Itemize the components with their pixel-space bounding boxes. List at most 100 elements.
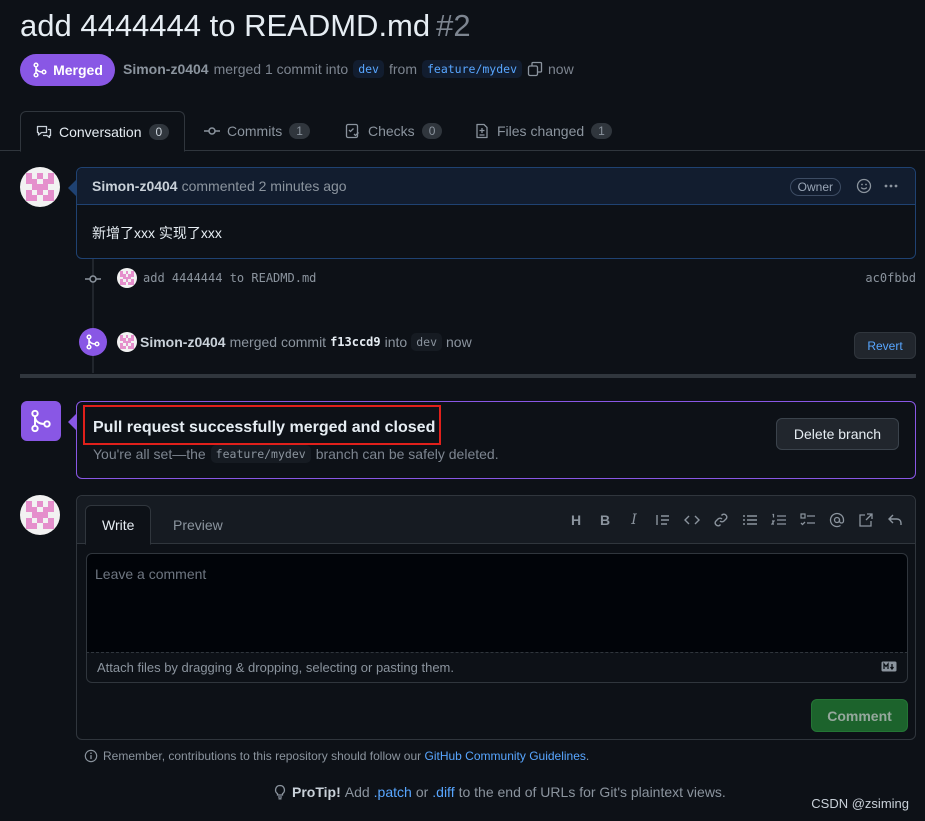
- current-user-avatar[interactable]: [20, 495, 60, 535]
- tab-commits-label: Commits: [227, 123, 283, 139]
- tab-preview[interactable]: Preview: [157, 505, 239, 545]
- delete-branch-button[interactable]: Delete branch: [776, 418, 899, 450]
- identicon-image: [26, 173, 54, 201]
- cross-reference-icon[interactable]: [858, 512, 874, 528]
- protip: ProTip! Add .patch or .diff to the end o…: [272, 784, 726, 800]
- git-merge-icon: [31, 409, 51, 433]
- merge-event-text: merged commit: [229, 334, 327, 350]
- guidelines-suffix: .: [585, 749, 590, 763]
- info-icon: [84, 749, 98, 763]
- tab-commits[interactable]: Commits 1: [204, 111, 310, 151]
- new-comment-form: Write Preview H B I Leave a comment Atta…: [76, 495, 916, 740]
- merge-event-time[interactable]: now: [446, 334, 472, 350]
- pr-number: #2: [436, 8, 471, 43]
- heading-icon[interactable]: H: [568, 512, 584, 528]
- editor-header: Write Preview H B I: [77, 496, 915, 545]
- reply-icon[interactable]: [887, 512, 903, 528]
- markdown-icon[interactable]: [881, 661, 897, 672]
- smiley-icon[interactable]: [856, 178, 872, 194]
- pr-meta: Simon-z0404 merged 1 commit into dev fro…: [123, 60, 574, 78]
- tab-write[interactable]: Write: [85, 505, 152, 545]
- comment-button[interactable]: Comment: [811, 699, 908, 732]
- tab-conversation[interactable]: Conversation 0: [20, 111, 186, 152]
- code-icon[interactable]: [684, 512, 700, 528]
- git-commit-icon: [204, 127, 220, 135]
- merge-box-caret: [68, 414, 76, 430]
- merged-status-badge: Merged: [20, 54, 115, 86]
- tab-checks-label: Checks: [368, 123, 415, 139]
- merge-commit-sha-link[interactable]: f13ccd9: [330, 335, 381, 349]
- merge-into-text: into: [384, 334, 408, 350]
- highlight-annotation-box: [83, 405, 441, 445]
- protip-add: Add: [344, 784, 370, 800]
- comment-discussion-icon: [36, 125, 52, 138]
- task-list-icon[interactable]: [800, 512, 816, 528]
- copy-icon[interactable]: [527, 61, 543, 77]
- comment-caret: [68, 180, 76, 196]
- attach-files-text: Attach files by dragging & dropping, sel…: [97, 660, 454, 675]
- community-guidelines-link[interactable]: GitHub Community Guidelines: [425, 749, 586, 763]
- tab-files-changed-count: 1: [591, 123, 612, 139]
- protip-label: ProTip!: [292, 784, 341, 800]
- pr-tabs: Conversation 0 Commits 1 Checks 0 Files …: [0, 111, 925, 152]
- tab-files-changed-label: Files changed: [497, 123, 585, 139]
- kebab-horizontal-icon[interactable]: [883, 178, 899, 194]
- merge-sub-prefix: You're all set—the: [93, 446, 206, 462]
- mention-icon[interactable]: [829, 512, 845, 528]
- tab-files-changed[interactable]: Files changed 1: [474, 111, 612, 151]
- comment-timestamp[interactable]: commented 2 minutes ago: [182, 178, 347, 194]
- comment-author-link[interactable]: Simon-z0404: [92, 178, 178, 194]
- italic-icon[interactable]: I: [626, 512, 642, 528]
- merge-sub-suffix: branch can be safely deleted.: [315, 446, 499, 462]
- comment-body: 新增了xxx 实现了xxx: [92, 225, 222, 241]
- comment-header: Simon-z0404 commented 2 minutes ago Owne…: [77, 168, 915, 205]
- file-attachment-dropzone[interactable]: Attach files by dragging & dropping, sel…: [86, 652, 908, 683]
- pr-author-link[interactable]: Simon-z0404: [123, 61, 209, 77]
- merge-status-subtitle: You're all set—the feature/mydev branch …: [93, 445, 499, 463]
- revert-button[interactable]: Revert: [854, 332, 916, 359]
- owner-badge: Owner: [789, 178, 841, 196]
- merged-state-icon: [21, 401, 61, 441]
- git-merge-icon: [33, 62, 47, 78]
- quote-icon[interactable]: [655, 512, 671, 528]
- bold-icon[interactable]: B: [597, 512, 613, 528]
- commit-message-link[interactable]: add 4444444 to READMD.md: [143, 271, 316, 285]
- tab-conversation-count: 0: [148, 123, 170, 140]
- base-branch-label[interactable]: dev: [353, 60, 384, 78]
- contribution-guidelines-note: Remember, contributions to this reposito…: [84, 749, 589, 763]
- git-commit-icon: [85, 275, 101, 283]
- timeline-break: [20, 374, 916, 378]
- guidelines-prefix: Remember, contributions to this reposito…: [103, 749, 422, 763]
- avatar[interactable]: [20, 167, 60, 207]
- protip-or: or: [415, 784, 429, 800]
- ordered-list-icon[interactable]: [771, 512, 787, 528]
- pr-merged-text: merged 1 commit into: [213, 61, 349, 77]
- comment-textarea[interactable]: Leave a comment: [86, 553, 908, 653]
- patch-link[interactable]: .patch: [374, 784, 412, 800]
- light-bulb-icon: [274, 784, 286, 800]
- merge-event: Simon-z0404 merged commit f13ccd9 into d…: [140, 333, 472, 351]
- deletable-branch-label[interactable]: feature/mydev: [210, 445, 311, 463]
- tab-commits-count: 1: [289, 123, 310, 139]
- unordered-list-icon[interactable]: [742, 512, 758, 528]
- comment-box: Simon-z0404 commented 2 minutes ago Owne…: [76, 167, 916, 259]
- pr-title: add 4444444 to READMD.md #2: [20, 8, 471, 44]
- merge-event-badge: [79, 328, 107, 356]
- diff-link[interactable]: .diff: [432, 784, 454, 800]
- merged-status-label: Merged: [53, 62, 103, 78]
- commit-author-avatar[interactable]: [117, 268, 137, 288]
- pr-title-text: add 4444444 to READMD.md: [20, 8, 431, 43]
- tab-checks[interactable]: Checks 0: [345, 111, 443, 151]
- pr-from-text: from: [388, 61, 417, 77]
- merge-author-link[interactable]: Simon-z0404: [140, 334, 226, 350]
- tab-conversation-label: Conversation: [59, 123, 142, 140]
- protip-rest: to the end of URLs for Git's plaintext v…: [458, 784, 726, 800]
- file-diff-icon: [476, 123, 488, 139]
- merge-author-avatar[interactable]: [117, 332, 137, 352]
- head-branch-label[interactable]: feature/mydev: [421, 60, 522, 78]
- link-icon[interactable]: [713, 512, 729, 528]
- pr-time: now: [548, 61, 574, 77]
- git-merge-icon: [86, 334, 100, 350]
- merge-target-branch[interactable]: dev: [411, 333, 442, 351]
- commit-sha-link[interactable]: ac0fbbd: [865, 271, 916, 285]
